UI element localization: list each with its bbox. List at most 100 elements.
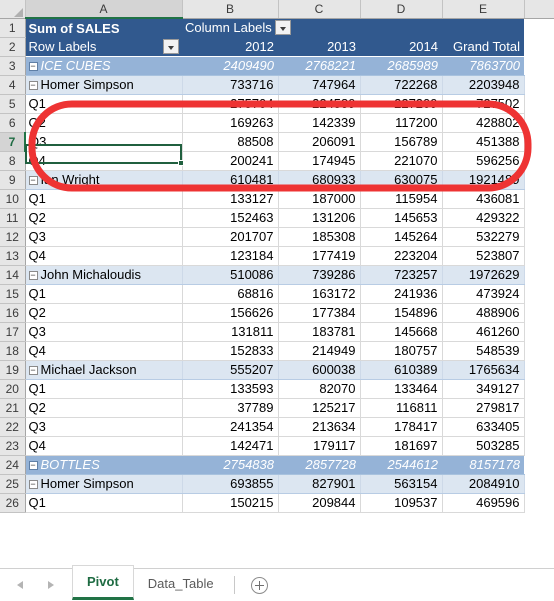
row-label-cell[interactable]: − ICE CUBES [25,56,182,76]
row-header-8[interactable]: 8 [0,151,26,171]
row-label-cell[interactable]: Q2 [25,208,183,228]
column-header-c[interactable]: C [278,0,361,19]
grand-total-cell[interactable]: 279817 [442,398,525,418]
value-cell[interactable]: 123184 [182,246,279,266]
row-label-cell[interactable]: Q3 [25,322,183,342]
value-cell[interactable]: 131811 [182,322,279,342]
value-cell[interactable]: 630075 [360,170,443,190]
row-label-cell[interactable]: Q1 [25,189,183,209]
row-labels-cell[interactable]: Row Labels [25,37,182,57]
column-header-f[interactable] [524,0,554,19]
column-labels-filter-dropdown-icon[interactable] [274,20,291,36]
row-label-cell[interactable]: Q4 [25,341,183,361]
value-cell[interactable]: 177384 [278,303,361,323]
row-label-cell[interactable]: − Michael Jackson [25,360,183,380]
value-cell[interactable]: 115954 [360,189,443,209]
value-cell[interactable]: 563154 [360,474,443,494]
value-cell[interactable]: 200241 [182,151,279,171]
value-cell[interactable]: 680933 [278,170,361,190]
column-header-d[interactable]: D [360,0,443,19]
value-cell[interactable]: 131206 [278,208,361,228]
row-labels-filter-dropdown-icon[interactable] [163,39,179,54]
value-cell[interactable]: 37789 [182,398,279,418]
value-cell[interactable]: 183781 [278,322,361,342]
value-cell[interactable]: 133464 [360,379,443,399]
value-cell[interactable]: 163172 [278,284,361,304]
value-cell[interactable]: 2857728 [278,455,360,475]
row-header-24[interactable]: 24 [0,455,26,475]
grand-total-cell[interactable]: 548539 [442,341,525,361]
row-header-11[interactable]: 11 [0,208,26,228]
column-header-b[interactable]: B [182,0,279,19]
grand-total-cell[interactable]: 633405 [442,417,525,437]
value-cell[interactable]: 600038 [278,360,361,380]
collapse-minus-icon[interactable]: − [28,81,38,90]
sheet-tab-bar[interactable]: Pivot Data_Table [0,564,554,601]
value-cell[interactable]: 733716 [182,75,279,95]
grand-total-cell[interactable]: 488906 [442,303,525,323]
previous-sheet-arrow-icon[interactable] [14,578,28,592]
grand-total-cell[interactable]: 8157178 [442,455,524,475]
value-cell[interactable]: 133127 [182,189,279,209]
value-cell[interactable]: 142471 [182,436,279,456]
value-cell[interactable]: 2685989 [360,56,442,76]
value-cell[interactable]: 156789 [360,132,443,152]
value-cell[interactable]: 223204 [360,246,443,266]
value-cell[interactable]: 133593 [182,379,279,399]
value-cell[interactable]: 156626 [182,303,279,323]
value-cell[interactable]: 723257 [360,265,443,285]
row-header-17[interactable]: 17 [0,322,26,342]
row-header-21[interactable]: 21 [0,398,26,418]
value-cell[interactable]: 747964 [278,75,361,95]
value-cell[interactable]: 221070 [360,151,443,171]
grand-total-cell[interactable]: 349127 [442,379,525,399]
row-header-14[interactable]: 14 [0,265,26,285]
grand-total-cell[interactable]: 1972629 [442,265,525,285]
grand-total-cell[interactable]: 596256 [442,151,525,171]
row-label-cell[interactable]: Q4 [25,246,183,266]
value-cell[interactable]: 185308 [278,227,361,247]
value-cell[interactable]: 145653 [360,208,443,228]
column-header-e[interactable]: E [442,0,525,19]
value-cell[interactable]: 109537 [360,493,443,513]
value-cell[interactable]: 227209 [360,94,443,114]
grand-total-cell[interactable]: 2203948 [442,75,525,95]
value-cell[interactable]: 145668 [360,322,443,342]
value-cell[interactable]: 739286 [278,265,361,285]
collapse-minus-icon[interactable]: − [28,480,38,489]
grand-total-cell[interactable]: 473924 [442,284,525,304]
value-cell[interactable]: 2768221 [278,56,360,76]
row-header-18[interactable]: 18 [0,341,26,361]
grand-total-cell[interactable]: 428802 [442,113,525,133]
row-header-19[interactable]: 19 [0,360,26,380]
grand-total-cell[interactable]: 451388 [442,132,525,152]
value-cell[interactable]: 88508 [182,132,279,152]
value-cell[interactable]: 177419 [278,246,361,266]
row-label-cell[interactable]: Q1 [25,284,183,304]
row-label-cell[interactable]: Q4 [25,436,183,456]
value-cell[interactable]: 275704 [182,94,279,114]
row-header-13[interactable]: 13 [0,246,26,266]
grand-total-cell[interactable]: 2084910 [442,474,525,494]
value-cell[interactable]: 152833 [182,341,279,361]
grand-total-cell[interactable]: 7863700 [442,56,524,76]
value-cell[interactable]: 174945 [278,151,361,171]
grand-total-cell[interactable]: 532279 [442,227,525,247]
row-header-16[interactable]: 16 [0,303,26,323]
value-cell[interactable]: 827901 [278,474,361,494]
value-cell[interactable]: 610389 [360,360,443,380]
value-cell[interactable]: 117200 [360,113,443,133]
row-header-1[interactable]: 1 [0,18,26,38]
collapse-minus-icon[interactable]: − [28,366,38,375]
value-cell[interactable]: 82070 [278,379,361,399]
column-header-a[interactable]: A [25,0,183,19]
next-sheet-arrow-icon[interactable] [44,578,58,592]
value-cell[interactable]: 178417 [360,417,443,437]
row-header-4[interactable]: 4 [0,75,26,95]
row-header-26[interactable]: 26 [0,493,26,513]
row-header-10[interactable]: 10 [0,189,26,209]
value-cell[interactable]: 180757 [360,341,443,361]
row-header-20[interactable]: 20 [0,379,26,399]
value-cell[interactable]: 201707 [182,227,279,247]
row-label-cell[interactable]: − John Michaloudis [25,265,183,285]
